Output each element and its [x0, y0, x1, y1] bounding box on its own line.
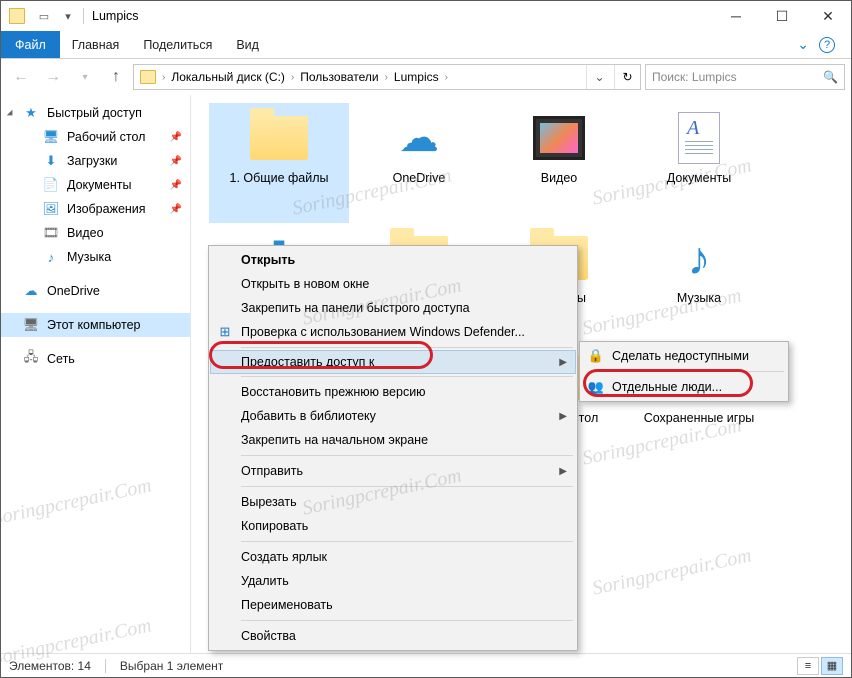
nav-quick-access[interactable]: ★ Быстрый доступ [1, 101, 190, 125]
pc-icon: 🖥 [23, 317, 39, 333]
video-icon: 🎞 [43, 225, 59, 241]
ctx-add-library[interactable]: Добавить в библиотеку▶ [211, 404, 575, 428]
download-icon: ⬇ [43, 153, 59, 169]
context-submenu-share: 🔒Сделать недоступными 👥Отдельные люди... [579, 341, 789, 402]
ribbon-tab-share[interactable]: Поделиться [131, 31, 224, 58]
picture-icon: 🖼 [43, 201, 59, 217]
navigation-bar: ← → ▾ ↑ › Локальный диск (C:) › Пользова… [1, 59, 851, 95]
ribbon-tab-home[interactable]: Главная [60, 31, 132, 58]
help-icon[interactable]: ? [819, 37, 835, 53]
ctx-create-shortcut[interactable]: Создать ярлык [211, 545, 575, 569]
ribbon-file-tab[interactable]: Файл [1, 31, 60, 58]
context-menu: Открыть Открыть в новом окне Закрепить н… [208, 245, 578, 651]
music-icon: ♪ [688, 231, 711, 285]
file-item-selected[interactable]: 1. Общие файлы [209, 103, 349, 223]
recent-dropdown-icon[interactable]: ▾ [71, 63, 99, 91]
pin-icon: 📌 [168, 153, 184, 169]
star-icon: ★ [23, 105, 39, 121]
ctx-cut[interactable]: Вырезать [211, 490, 575, 514]
view-icons-button[interactable]: ▦ [821, 657, 843, 675]
ctx-defender-scan[interactable]: ⊞Проверка с использованием Windows Defen… [211, 320, 575, 344]
file-item[interactable]: ♪ Музыка [629, 223, 769, 343]
video-icon [533, 116, 585, 160]
file-item[interactable]: Документы [629, 103, 769, 223]
cloud-icon: ☁ [23, 283, 39, 299]
ribbon-tab-view[interactable]: Вид [224, 31, 271, 58]
close-button[interactable]: ✕ [805, 1, 851, 31]
nav-documents[interactable]: 📄Документы📌 [1, 173, 190, 197]
maximize-button[interactable]: ☐ [759, 1, 805, 31]
qat-newfolder-icon[interactable]: ▾ [59, 7, 77, 25]
music-icon: ♪ [43, 249, 59, 265]
breadcrumb-item[interactable]: Пользователи [296, 70, 382, 84]
chevron-right-icon: ▶ [559, 357, 567, 368]
ctx-open-new-window[interactable]: Открыть в новом окне [211, 272, 575, 296]
nav-network[interactable]: 🖧Сеть [1, 347, 190, 371]
network-icon: 🖧 [23, 351, 39, 367]
cloud-icon: ☁ [399, 115, 439, 161]
ctx-open[interactable]: Открыть [211, 248, 575, 272]
window-title: Lumpics [92, 9, 139, 23]
search-placeholder: Поиск: Lumpics [652, 70, 737, 84]
ctx-pin-quick-access[interactable]: Закрепить на панели быстрого доступа [211, 296, 575, 320]
qat-properties-icon[interactable]: ▭ [35, 7, 53, 25]
ribbon-tabs: Файл Главная Поделиться Вид ⌄ ? [1, 31, 851, 58]
folder-icon [250, 116, 308, 160]
nav-onedrive[interactable]: ☁OneDrive [1, 279, 190, 303]
ctx-share-access[interactable]: Предоставить доступ к▶ [210, 350, 576, 374]
pin-icon: 📌 [168, 201, 184, 217]
desktop-icon: 🖥 [43, 129, 59, 145]
file-item[interactable]: Видео [489, 103, 629, 223]
ctx-send-to[interactable]: Отправить▶ [211, 459, 575, 483]
status-selection: Выбран 1 элемент [120, 659, 223, 673]
navigation-pane: ★ Быстрый доступ 🖥Рабочий стол📌 ⬇Загрузк… [1, 95, 191, 653]
file-item[interactable]: ☁ OneDrive [349, 103, 489, 223]
status-item-count: Элементов: 14 [9, 659, 91, 673]
pin-icon: 📌 [168, 177, 184, 193]
folder-icon [140, 70, 156, 84]
chevron-right-icon: ▶ [559, 466, 567, 477]
back-button[interactable]: ← [7, 63, 35, 91]
lock-icon: 🔒 [588, 348, 604, 364]
document-icon [678, 112, 720, 164]
address-dropdown-icon[interactable]: ⌄ [586, 65, 612, 89]
people-icon: 👥 [588, 379, 604, 395]
minimize-button[interactable]: ─ [713, 1, 759, 31]
chevron-right-icon: ▶ [559, 411, 567, 422]
pin-icon: 📌 [168, 129, 184, 145]
shield-icon: ⊞ [217, 324, 233, 340]
nav-downloads[interactable]: ⬇Загрузки📌 [1, 149, 190, 173]
nav-pictures[interactable]: 🖼Изображения📌 [1, 197, 190, 221]
ctx-properties[interactable]: Свойства [211, 624, 575, 648]
search-input[interactable]: Поиск: Lumpics 🔍 [645, 64, 845, 90]
breadcrumb-item[interactable]: Локальный диск (C:) [167, 70, 289, 84]
up-button[interactable]: ↑ [103, 64, 129, 90]
view-details-button[interactable]: ≡ [797, 657, 819, 675]
address-bar[interactable]: › Локальный диск (C:) › Пользователи › L… [133, 64, 641, 90]
forward-button[interactable]: → [39, 63, 67, 91]
ctx-pin-start[interactable]: Закрепить на начальном экране [211, 428, 575, 452]
refresh-icon[interactable]: ↻ [614, 65, 640, 89]
ctx-restore-version[interactable]: Восстановить прежнюю версию [211, 380, 575, 404]
breadcrumb-item[interactable]: Lumpics [390, 70, 443, 84]
nav-music[interactable]: ♪Музыка [1, 245, 190, 269]
nav-this-pc[interactable]: 🖥Этот компьютер [1, 313, 190, 337]
submenu-make-unavailable[interactable]: 🔒Сделать недоступными [582, 344, 786, 368]
status-bar: Элементов: 14 Выбран 1 элемент ≡ ▦ [1, 653, 851, 677]
submenu-specific-people[interactable]: 👥Отдельные люди... [582, 375, 786, 399]
search-icon: 🔍 [823, 70, 838, 84]
app-icon [9, 8, 25, 24]
ctx-copy[interactable]: Копировать [211, 514, 575, 538]
ribbon-expand-icon[interactable]: ⌄ [797, 36, 809, 53]
nav-video[interactable]: 🎞Видео [1, 221, 190, 245]
title-bar: ▭ ▾ Lumpics ─ ☐ ✕ [1, 1, 851, 31]
document-icon: 📄 [43, 177, 59, 193]
ctx-delete[interactable]: Удалить [211, 569, 575, 593]
nav-desktop[interactable]: 🖥Рабочий стол📌 [1, 125, 190, 149]
ctx-rename[interactable]: Переименовать [211, 593, 575, 617]
